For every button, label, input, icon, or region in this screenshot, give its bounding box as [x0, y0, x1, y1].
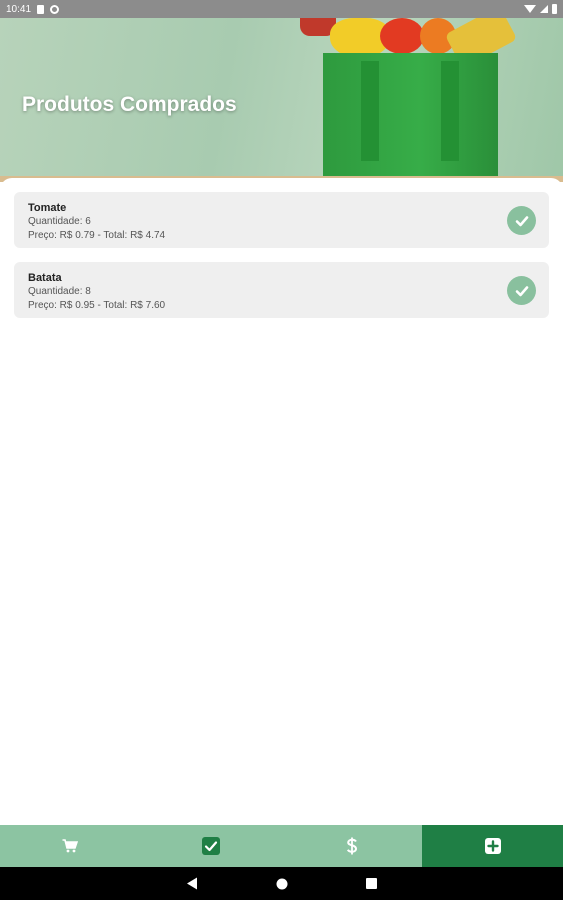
product-card[interactable]: Tomate Quantidade: 6 Preço: R$ 0.79 - To…	[14, 192, 549, 248]
header-banner: Produtos Comprados	[0, 18, 563, 182]
tab-totals[interactable]	[282, 825, 423, 867]
cart-icon	[62, 839, 79, 853]
wifi-icon	[524, 5, 536, 13]
battery-icon	[552, 4, 557, 14]
back-icon[interactable]	[186, 877, 198, 890]
product-quantity: Quantidade: 6	[28, 216, 91, 227]
tab-shopping-list[interactable]	[0, 825, 141, 867]
product-name: Tomate	[28, 202, 67, 214]
product-price: Preço: R$ 0.95 - Total: R$ 7.60	[28, 300, 166, 311]
status-bar: 10:41	[0, 0, 563, 18]
product-quantity: Quantidade: 8	[28, 286, 91, 297]
system-navigation-bar	[0, 867, 563, 900]
sync-icon	[50, 4, 60, 14]
check-square-icon	[202, 837, 221, 855]
product-price: Preço: R$ 0.79 - Total: R$ 4.74	[28, 230, 166, 241]
shopping-bag-image	[323, 53, 498, 182]
product-card[interactable]: Batata Quantidade: 8 Preço: R$ 0.95 - To…	[14, 262, 549, 318]
product-name: Batata	[28, 272, 62, 284]
sim-card-icon	[37, 4, 45, 14]
page-title: Produtos Comprados	[22, 93, 237, 116]
bag-strap	[441, 61, 459, 161]
home-icon[interactable]	[276, 878, 288, 890]
product-list: Tomate Quantidade: 6 Preço: R$ 0.79 - To…	[0, 178, 563, 825]
dollar-icon	[346, 837, 357, 855]
check-circle-icon[interactable]	[507, 276, 536, 305]
plus-square-icon	[484, 838, 501, 854]
check-circle-icon[interactable]	[507, 206, 536, 235]
status-left: 10:41	[6, 3, 60, 15]
bottom-nav	[0, 825, 563, 867]
signal-icon	[540, 5, 548, 13]
bag-strap	[361, 61, 379, 161]
status-time: 10:41	[6, 3, 32, 15]
tab-purchased[interactable]	[141, 825, 282, 867]
tomato-image	[380, 18, 424, 54]
tab-add-product[interactable]	[422, 825, 563, 867]
recents-icon[interactable]	[366, 878, 377, 889]
status-right	[524, 4, 557, 14]
